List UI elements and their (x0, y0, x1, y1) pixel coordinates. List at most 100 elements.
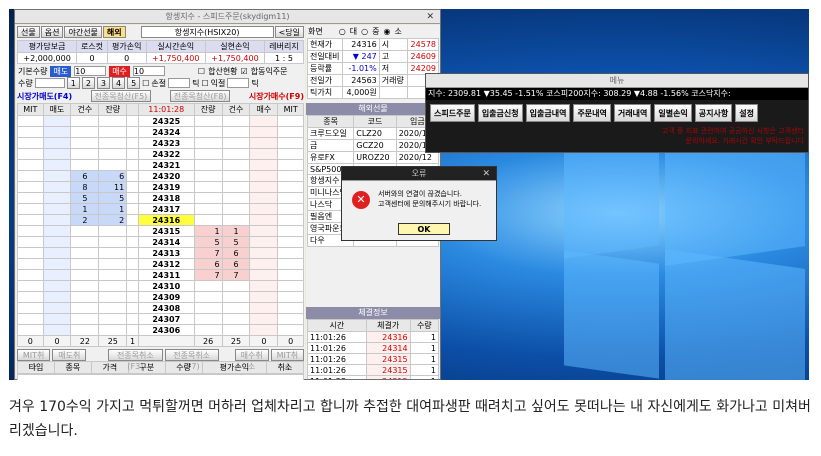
speed-order-button[interactable]: 스피드주문 (430, 104, 475, 122)
sell-order-cell[interactable] (42, 269, 72, 281)
price-cell[interactable]: 24312 (137, 258, 195, 270)
sell-order-cell[interactable] (42, 214, 72, 226)
mit-sell-cell[interactable] (17, 258, 44, 270)
ladder-row[interactable]: 24306 (17, 324, 304, 336)
tab-night-futures[interactable]: 야간선물 (64, 26, 102, 38)
qty-input[interactable] (34, 78, 65, 88)
symbol-select[interactable]: 항셍지수(HSIX20) (140, 26, 274, 38)
mit-sell-cell[interactable] (17, 247, 44, 259)
mit-buy-cell[interactable] (277, 258, 304, 270)
profit-checkbox[interactable]: ☐ (201, 79, 208, 88)
mit-sell-cell[interactable] (17, 181, 44, 193)
list-item[interactable]: 금 GCZ20 2020/12 (306, 139, 440, 152)
sell-order-cell[interactable] (42, 302, 72, 314)
mit-sell-cell[interactable] (17, 170, 44, 182)
mit-buy-cell[interactable] (277, 236, 304, 248)
market-sell-button[interactable]: 시장가매도(F4) (17, 91, 72, 102)
ladder-row[interactable]: 24322 (17, 148, 304, 160)
mit-buy-cell[interactable] (277, 214, 304, 226)
mit-sell-cell[interactable] (17, 192, 44, 204)
mit-sell-cell[interactable] (17, 313, 44, 325)
sell-qty-input[interactable]: 10 (74, 66, 107, 76)
price-cell[interactable]: 24310 (137, 280, 195, 292)
market-buy-button[interactable]: 시장가매수(F9) (249, 91, 304, 102)
mit-buy-cell[interactable] (277, 324, 304, 336)
mode-large-radio[interactable]: ○ (339, 27, 346, 36)
sell-order-cell[interactable] (42, 291, 72, 303)
buy-order-cell[interactable] (249, 214, 279, 226)
sell-order-cell[interactable] (42, 280, 72, 292)
buy-order-cell[interactable] (249, 115, 279, 127)
mit-buy-cell[interactable] (277, 225, 304, 237)
ladder-row[interactable]: 24314 5 5 (17, 236, 304, 248)
mit-sell-cell[interactable] (17, 214, 44, 226)
buy-order-cell[interactable] (249, 291, 279, 303)
notice-button[interactable]: 공지사항 (694, 104, 733, 122)
deposit-request-button[interactable]: 입출금신청 (477, 104, 523, 122)
close-all-sell-button[interactable]: 전종목청산(F5) (90, 90, 152, 102)
today-button[interactable]: <당일 (274, 26, 304, 38)
list-item[interactable]: 유로FX UROZ20 2020/12 (306, 151, 440, 164)
buy-order-cell[interactable] (249, 126, 279, 138)
ladder-row[interactable]: 24315 1 1 (17, 225, 304, 237)
qty-4-button[interactable]: 4 (112, 77, 126, 89)
ladder-row[interactable]: 24309 (17, 291, 304, 303)
price-cell[interactable]: 24317 (137, 203, 195, 215)
stop-input[interactable] (168, 78, 191, 88)
mit-sell-cell[interactable] (17, 280, 44, 292)
mit-sell-cell[interactable] (17, 302, 44, 314)
price-cell[interactable]: 24306 (137, 324, 195, 336)
mit-buy-cell[interactable] (277, 192, 304, 204)
price-cell[interactable]: 24321 (137, 159, 195, 171)
buy-order-cell[interactable] (249, 302, 279, 314)
price-cell[interactable]: 24322 (137, 148, 195, 160)
buy-order-cell[interactable] (249, 324, 279, 336)
buy-order-cell[interactable] (249, 236, 279, 248)
sell-order-cell[interactable] (42, 159, 72, 171)
buy-order-cell[interactable] (249, 148, 279, 160)
sell-order-cell[interactable] (42, 115, 72, 127)
mit-sell-cell[interactable] (17, 291, 44, 303)
sell-order-cell[interactable] (42, 126, 72, 138)
mit-sell-cell[interactable] (17, 236, 44, 248)
mit-buy-cell[interactable] (277, 247, 304, 259)
tab-overseas[interactable]: 해외 (102, 26, 126, 38)
sell-order-cell[interactable] (42, 181, 72, 193)
ladder-row[interactable]: 24310 (17, 280, 304, 292)
ladder-row[interactable]: 8 11 24319 (17, 181, 304, 193)
ladder-row[interactable]: 24321 (17, 159, 304, 171)
price-cell[interactable]: 24309 (137, 291, 195, 303)
ladder-row[interactable]: 24324 (17, 126, 304, 138)
mit-buy-cell[interactable] (277, 302, 304, 314)
mit-buy-cell[interactable] (277, 159, 304, 171)
qty-1-button[interactable]: 1 (66, 77, 80, 89)
price-cell[interactable]: 24311 (137, 269, 195, 281)
sell-order-cell[interactable] (42, 258, 72, 270)
mit-sell-cell[interactable] (17, 159, 44, 171)
qty-3-button[interactable]: 3 (96, 77, 111, 89)
buy-order-cell[interactable] (249, 247, 279, 259)
tab-futures[interactable]: 선물 (17, 26, 40, 38)
ok-button[interactable]: OK (398, 223, 450, 235)
sell-order-cell[interactable] (42, 148, 72, 160)
mit-buy-cell[interactable] (277, 269, 304, 281)
price-cell[interactable]: 24313 (137, 247, 195, 259)
ladder-row[interactable]: 6 6 24320 (17, 170, 304, 182)
price-cell[interactable]: 24318 (137, 192, 195, 204)
ladder-row[interactable]: 24308 (17, 302, 304, 314)
buy-order-cell[interactable] (249, 269, 279, 281)
sell-cancel-button[interactable]: 매도취소 (52, 349, 87, 371)
mit-buy-cell[interactable] (277, 170, 304, 182)
mit-sell-cell[interactable] (17, 137, 44, 149)
qty-5-button[interactable]: 5 (127, 77, 141, 89)
price-cell[interactable]: 24308 (137, 302, 195, 314)
agree-checkbox[interactable]: ☐ (198, 67, 205, 76)
mit-buy-cell[interactable] (277, 181, 304, 193)
mit-sell-cell[interactable] (17, 148, 44, 160)
mode-small-radio[interactable]: ◉ (383, 27, 390, 36)
sell-order-cell[interactable] (42, 192, 72, 204)
sell-order-cell[interactable] (42, 236, 72, 248)
ladder-row[interactable]: 24325 (17, 115, 304, 127)
mit-buy-cell[interactable] (277, 291, 304, 303)
ladder-row[interactable]: 24323 (17, 137, 304, 149)
